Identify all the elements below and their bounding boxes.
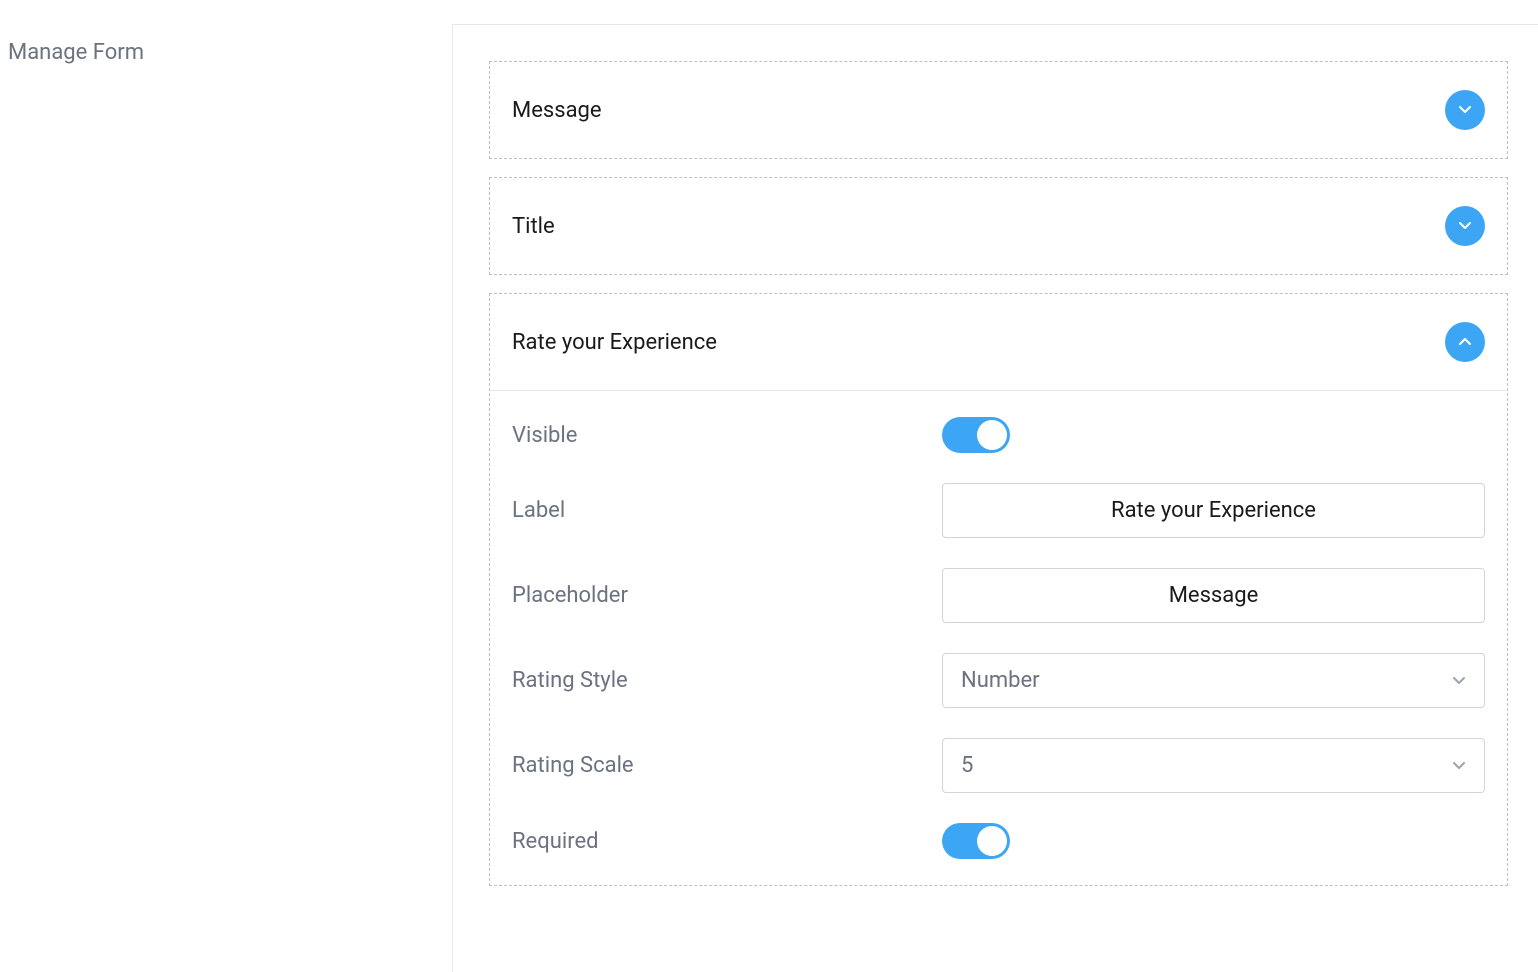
chevron-down-icon: [1452, 753, 1466, 778]
chevron-down-icon: [1458, 102, 1472, 119]
chevron-up-icon: [1458, 334, 1472, 351]
field-row-placeholder: Placeholder: [512, 568, 1485, 623]
field-row-required: Required: [512, 823, 1485, 859]
rating-style-value: Number: [961, 668, 1040, 693]
field-row-rating-scale: Rating Scale 5: [512, 738, 1485, 793]
form-item-title-title: Title: [512, 214, 555, 239]
chevron-down-icon: [1458, 218, 1472, 235]
placeholder-input[interactable]: [942, 568, 1485, 623]
form-item-message[interactable]: Message: [489, 61, 1508, 159]
required-label: Required: [512, 829, 942, 854]
required-toggle[interactable]: [942, 823, 1010, 859]
collapse-rate-experience-button[interactable]: [1445, 322, 1485, 362]
field-row-visible: Visible: [512, 417, 1485, 453]
form-item-message-title: Message: [512, 98, 602, 123]
rating-style-label: Rating Style: [512, 668, 942, 693]
expand-title-button[interactable]: [1445, 206, 1485, 246]
label-label: Label: [512, 498, 942, 523]
sidebar-title: Manage Form: [8, 40, 444, 65]
visible-toggle[interactable]: [942, 417, 1010, 453]
expand-message-button[interactable]: [1445, 90, 1485, 130]
chevron-down-icon: [1452, 668, 1466, 693]
form-item-rate-experience[interactable]: Rate your Experience Visible: [489, 293, 1508, 886]
visible-label: Visible: [512, 423, 942, 448]
toggle-knob: [977, 826, 1007, 856]
placeholder-label: Placeholder: [512, 583, 942, 608]
form-item-message-header[interactable]: Message: [490, 62, 1507, 158]
field-row-label: Label: [512, 483, 1485, 538]
toggle-knob: [977, 420, 1007, 450]
form-item-title[interactable]: Title: [489, 177, 1508, 275]
main-content: Message Title: [452, 24, 1538, 972]
rating-scale-label: Rating Scale: [512, 753, 942, 778]
rating-style-select[interactable]: Number: [942, 653, 1485, 708]
sidebar: Manage Form: [0, 0, 452, 972]
form-item-rate-experience-header[interactable]: Rate your Experience: [490, 294, 1507, 390]
field-row-rating-style: Rating Style Number: [512, 653, 1485, 708]
label-input[interactable]: [942, 483, 1485, 538]
form-item-rate-experience-body: Visible Label: [490, 390, 1507, 885]
rating-scale-select[interactable]: 5: [942, 738, 1485, 793]
rating-scale-value: 5: [961, 753, 973, 778]
form-item-title-header[interactable]: Title: [490, 178, 1507, 274]
form-item-rate-experience-title: Rate your Experience: [512, 330, 717, 355]
